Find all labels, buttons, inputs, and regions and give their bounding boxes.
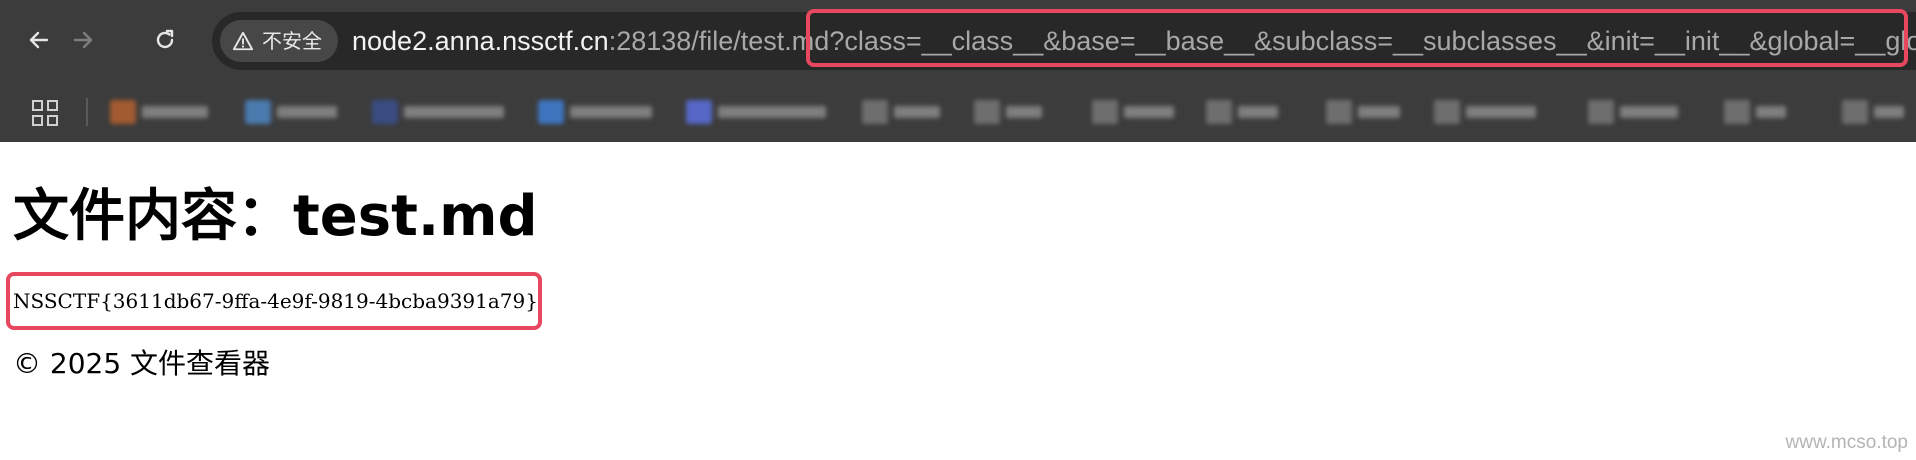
security-chip[interactable]: 不安全 bbox=[220, 20, 338, 62]
url-path: :28138/file/test.md bbox=[608, 26, 830, 56]
bookmark-item[interactable] bbox=[1326, 98, 1406, 126]
bookmark-label-blurred bbox=[570, 106, 652, 118]
bookmark-label-blurred bbox=[894, 106, 940, 118]
bookmark-label-blurred bbox=[1358, 106, 1400, 118]
bookmark-item[interactable] bbox=[1206, 98, 1282, 126]
bookmark-favicon bbox=[862, 100, 888, 124]
page-content: 文件内容：test.md NSSCTF{3611db67-9ffa-4e9f-9… bbox=[0, 142, 1916, 460]
bookmark-favicon bbox=[1206, 100, 1232, 124]
bookmark-label-blurred bbox=[142, 106, 208, 118]
browser-toolbar: 不安全 node2.anna.nssctf.cn:28138/file/test… bbox=[0, 0, 1916, 82]
url-host: node2.anna.nssctf.cn bbox=[352, 26, 609, 56]
bookmark-item[interactable] bbox=[686, 98, 834, 126]
browser-chrome: 不安全 node2.anna.nssctf.cn:28138/file/test… bbox=[0, 0, 1916, 142]
url-query-highlight-box bbox=[806, 9, 1908, 67]
bookmark-item[interactable] bbox=[372, 98, 512, 126]
bookmark-favicon bbox=[110, 100, 136, 124]
bookmark-item[interactable] bbox=[1092, 98, 1180, 126]
page-footer: © 2025 文件查看器 bbox=[13, 347, 271, 380]
bookmark-label-blurred bbox=[1620, 106, 1678, 118]
bookmark-item[interactable] bbox=[245, 98, 345, 126]
watermark: www.mcso.top bbox=[1785, 432, 1908, 453]
bookmarks-separator bbox=[86, 98, 88, 126]
bookmark-label-blurred bbox=[718, 106, 826, 118]
bookmark-favicon bbox=[1092, 100, 1118, 124]
page-title: 文件内容：test.md bbox=[13, 184, 538, 249]
bookmark-item[interactable] bbox=[1434, 98, 1542, 126]
bookmark-favicon bbox=[1588, 100, 1614, 124]
bookmark-favicon bbox=[538, 100, 564, 124]
bookmark-favicon bbox=[974, 100, 1000, 124]
file-content-text: NSSCTF{3611db67-9ffa-4e9f-9819-4bcba9391… bbox=[13, 289, 538, 313]
bookmark-label-blurred bbox=[1756, 106, 1786, 118]
bookmark-item[interactable] bbox=[1724, 98, 1790, 126]
bookmark-favicon bbox=[372, 100, 398, 124]
bookmark-label-blurred bbox=[277, 106, 337, 118]
bookmark-item[interactable] bbox=[862, 98, 944, 126]
bookmarks-bar bbox=[0, 82, 1916, 142]
reload-button[interactable] bbox=[142, 17, 188, 63]
forward-arrow-icon bbox=[73, 31, 93, 49]
reload-icon bbox=[156, 29, 174, 49]
warning-triangle-icon bbox=[232, 31, 254, 51]
forward-button[interactable] bbox=[60, 17, 106, 63]
bookmark-favicon bbox=[1842, 100, 1868, 124]
bookmark-item[interactable] bbox=[110, 98, 215, 126]
bookmark-label-blurred bbox=[1238, 106, 1278, 118]
bookmark-item[interactable] bbox=[974, 98, 1046, 126]
apps-grid-icon[interactable] bbox=[32, 100, 58, 126]
bookmark-label-blurred bbox=[1466, 106, 1536, 118]
bookmark-item[interactable] bbox=[1842, 98, 1910, 126]
bookmark-favicon bbox=[1724, 100, 1750, 124]
bookmark-label-blurred bbox=[1006, 106, 1042, 118]
bookmark-item[interactable] bbox=[538, 98, 660, 126]
back-button[interactable] bbox=[16, 17, 62, 63]
bookmark-favicon bbox=[1434, 100, 1460, 124]
bookmark-item[interactable] bbox=[1588, 98, 1684, 126]
security-label: 不安全 bbox=[262, 29, 322, 53]
bookmark-label-blurred bbox=[1874, 106, 1904, 118]
bookmark-favicon bbox=[1326, 100, 1352, 124]
bookmark-label-blurred bbox=[1124, 106, 1174, 118]
bookmark-label-blurred bbox=[404, 106, 504, 118]
bookmark-favicon bbox=[245, 100, 271, 124]
bookmark-favicon bbox=[686, 100, 712, 124]
back-arrow-icon bbox=[29, 31, 49, 49]
